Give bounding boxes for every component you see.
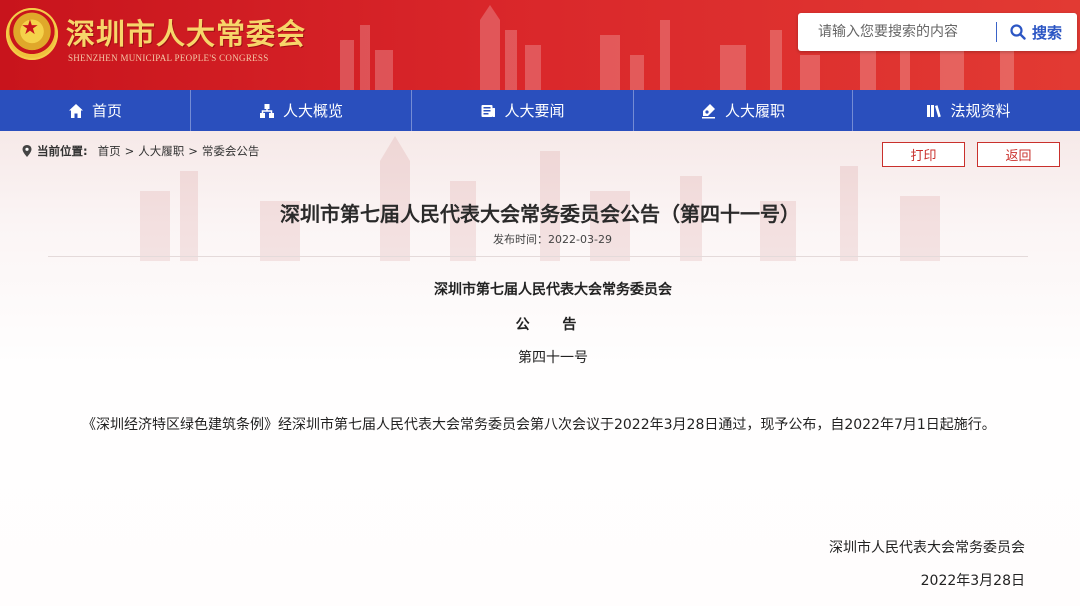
national-emblem-icon[interactable]: ★ [6, 8, 58, 60]
search-input[interactable] [798, 13, 1014, 51]
nav-item-label: 法规资料 [950, 102, 1011, 120]
site-title[interactable]: 深圳市人大常委会 [66, 11, 306, 53]
back-button[interactable]: 返回 [977, 142, 1060, 167]
breadcrumb-duties-link[interactable]: 人大履职 [138, 143, 184, 159]
content-area: 当前位置: 首页 > 人大履职 > 常委会公告 打印 返回 深圳市第七届人民代表… [0, 131, 1080, 606]
breadcrumb-separator: > [188, 144, 198, 158]
article-body: 《深圳经济特区绿色建筑条例》经深圳市第七届人民代表大会常务委员会第八次会议于20… [82, 417, 996, 433]
title-divider [48, 256, 1028, 257]
search-box: 搜索 [798, 13, 1077, 51]
location-pin-icon [22, 145, 32, 157]
nav-item-news[interactable]: 人大要闻 [412, 90, 634, 131]
breadcrumb-separator: > [124, 144, 135, 158]
sitemap-icon [259, 103, 274, 118]
nav-item-label: 人大履职 [724, 102, 785, 120]
home-icon [68, 103, 83, 118]
books-icon [927, 104, 942, 117]
search-button-label: 搜索 [1032, 23, 1063, 42]
document-number: 第四十一号 [518, 350, 588, 366]
breadcrumb-announcements-link[interactable]: 常委会公告 [202, 143, 260, 159]
breadcrumb: 当前位置: 首页 > 人大履职 > 常委会公告 [22, 143, 259, 159]
signature-date: 2022年3月28日 [920, 573, 1025, 589]
print-button[interactable]: 打印 [882, 142, 965, 167]
signature-issuer: 深圳市人民代表大会常务委员会 [829, 540, 1025, 556]
nav-item-home[interactable]: 首页 [0, 90, 191, 131]
article-title: 深圳市第七届人民代表大会常务委员会公告（第四十一号） [280, 202, 800, 226]
publish-date: 发布时间：2022-03-29 [493, 233, 612, 246]
nav-item-regulations[interactable]: 法规资料 [853, 90, 1080, 131]
nav-item-overview[interactable]: 人大概览 [191, 90, 412, 131]
nav-item-duties[interactable]: 人大履职 [634, 90, 853, 131]
issuer-heading: 深圳市第七届人民代表大会常务委员会 [434, 282, 672, 298]
nav-item-label: 人大概览 [282, 102, 343, 120]
site-subtitle: SHENZHEN MUNICIPAL PEOPLE'S CONGRESS [68, 53, 269, 63]
main-nav: 首页 人大概览 人大要闻 人大履职 法规资料 [0, 90, 1080, 131]
document-type: 公 告 [515, 317, 591, 333]
search-divider [996, 22, 997, 42]
duty-icon [701, 103, 715, 118]
nav-item-label: 首页 [91, 102, 122, 120]
breadcrumb-home-link[interactable]: 首页 [98, 143, 121, 159]
search-icon [1010, 24, 1026, 40]
site-header: ★ 深圳市人大常委会 SHENZHEN MUNICIPAL PEOPLE'S C… [0, 0, 1080, 90]
breadcrumb-label: 当前位置: [37, 144, 88, 158]
news-icon [481, 104, 496, 117]
search-button[interactable]: 搜索 [1010, 13, 1062, 51]
nav-item-label: 人大要闻 [504, 102, 565, 120]
